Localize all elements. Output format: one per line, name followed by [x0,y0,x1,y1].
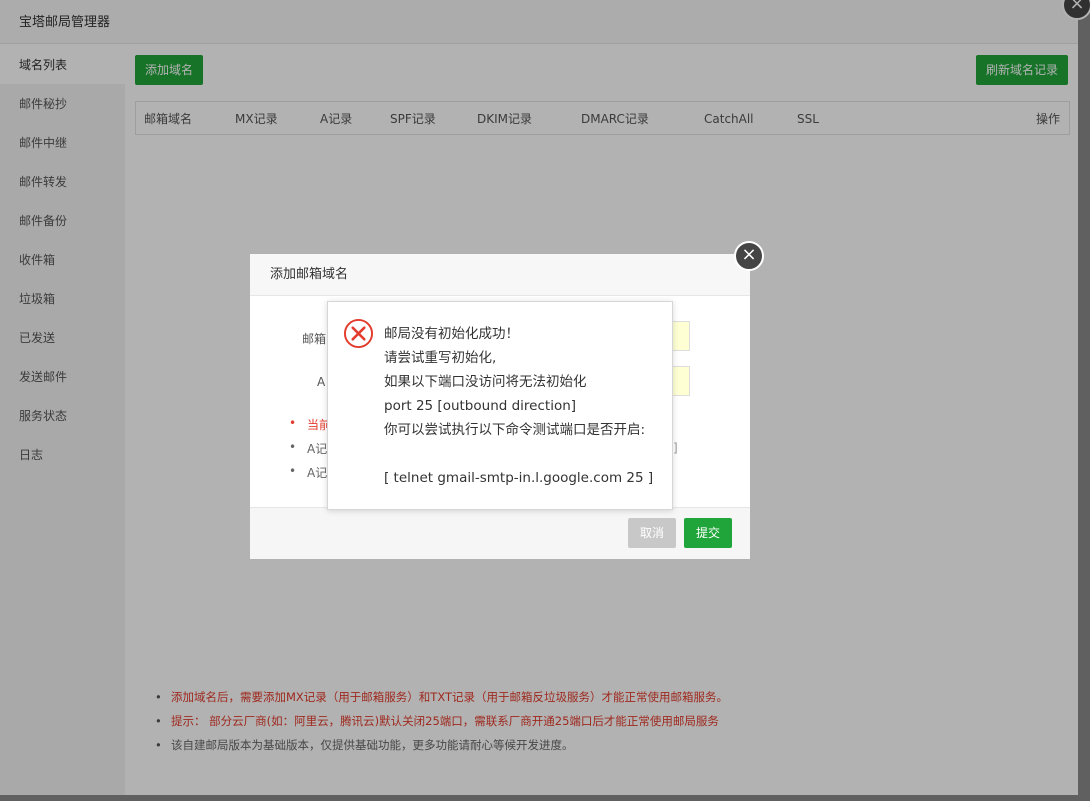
dialog-title: 添加邮箱域名 [250,254,750,296]
dialog-tip-current: 当前 [289,416,331,433]
error-message-box: 邮局没有初始化成功！ 请尝试重写初始化, 如果以下端口没访问将无法初始化 por… [327,301,673,510]
dialog-close-button[interactable]: × [734,241,764,271]
error-message-text: 邮局没有初始化成功！ 请尝试重写初始化, 如果以下端口没访问将无法初始化 por… [384,322,653,490]
error-line-port-warning: 如果以下端口没访问将无法初始化 [384,374,587,390]
a-record-field-label: A [317,375,326,389]
dialog-tip-bracket: ] [673,441,678,455]
submit-button[interactable]: 提交 [684,518,733,548]
error-icon [343,318,374,349]
error-line-blank [384,442,653,466]
dialog-tip-a-record-2: A记 [289,464,327,481]
error-line-not-initialized: 邮局没有初始化成功！ [384,326,519,342]
dialog-tip-a-record-1: A记 [289,440,327,457]
error-line-telnet-command: [ telnet gmail-smtp-in.l.google.com 25 ] [384,470,654,486]
close-icon: × [741,244,757,265]
cancel-button[interactable]: 取消 [628,518,677,548]
error-line-test-hint: 你可以尝试执行以下命令测试端口是否开启: [384,422,646,438]
error-line-retry: 请尝试重写初始化, [384,350,497,366]
dialog-footer: 取消 提交 [250,507,750,559]
error-line-port: port 25 [outbound direction] [384,398,577,414]
domain-field-label: 邮箱 [302,332,327,346]
